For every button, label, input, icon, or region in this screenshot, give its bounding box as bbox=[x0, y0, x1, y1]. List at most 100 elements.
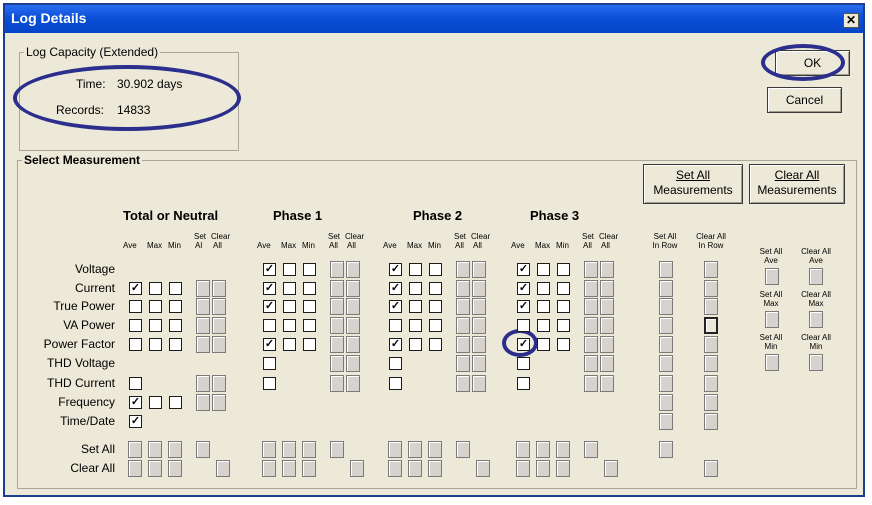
phase-2-power-factor-ave-checkbox[interactable]: ✓ bbox=[389, 338, 402, 351]
phase-1-set-all-col-0-button[interactable] bbox=[262, 441, 276, 458]
total-or-neutral-clear-all-group-button[interactable] bbox=[216, 460, 230, 477]
phase-1-power-factor-ave-checkbox[interactable]: ✓ bbox=[263, 338, 276, 351]
phase-3-thd-voltage-ave-checkbox[interactable] bbox=[517, 357, 530, 370]
phase-2-power-factor-max-checkbox[interactable] bbox=[409, 338, 422, 351]
side-clear-all-min-button[interactable] bbox=[809, 354, 823, 371]
phase-3-current-ave-checkbox[interactable]: ✓ bbox=[517, 282, 530, 295]
phase-2-va-power-min-checkbox[interactable] bbox=[429, 319, 442, 332]
phase-3-set-all-col-0-button[interactable] bbox=[516, 441, 530, 458]
phase-1-thd-voltage-clear-all-button[interactable] bbox=[346, 355, 360, 372]
close-button[interactable]: ✕ bbox=[843, 13, 859, 28]
phase-1-true-power-min-checkbox[interactable] bbox=[303, 300, 316, 313]
phase-1-true-power-ave-checkbox[interactable]: ✓ bbox=[263, 300, 276, 313]
phase-1-thd-current-set-all-button[interactable] bbox=[330, 375, 344, 392]
side-set-all-ave-button[interactable] bbox=[765, 268, 779, 285]
phase-1-true-power-max-checkbox[interactable] bbox=[283, 300, 296, 313]
side-clear-all-max-button[interactable] bbox=[809, 311, 823, 328]
phase-1-true-power-clear-all-button[interactable] bbox=[346, 298, 360, 315]
total-or-neutral-frequency-max-checkbox[interactable] bbox=[149, 396, 162, 409]
clear-all-in-row-thd-current-button[interactable] bbox=[704, 375, 718, 392]
side-clear-all-ave-button[interactable] bbox=[809, 268, 823, 285]
phase-1-va-power-ave-checkbox[interactable] bbox=[263, 319, 276, 332]
phase-2-voltage-ave-checkbox[interactable]: ✓ bbox=[389, 263, 402, 276]
phase-2-thd-voltage-set-all-button[interactable] bbox=[456, 355, 470, 372]
phase-1-va-power-clear-all-button[interactable] bbox=[346, 317, 360, 334]
phase-3-clear-all-col-1-button[interactable] bbox=[536, 460, 550, 477]
phase-2-set-all-group-button[interactable] bbox=[456, 441, 470, 458]
phase-3-current-min-checkbox[interactable] bbox=[557, 282, 570, 295]
total-or-neutral-va-power-ave-checkbox[interactable] bbox=[129, 319, 142, 332]
total-or-neutral-true-power-set-all-button[interactable] bbox=[196, 298, 210, 315]
phase-2-thd-current-ave-checkbox[interactable] bbox=[389, 377, 402, 390]
clear-all-in-row-frequency-button[interactable] bbox=[704, 394, 718, 411]
phase-1-voltage-ave-checkbox[interactable]: ✓ bbox=[263, 263, 276, 276]
phase-3-va-power-set-all-button[interactable] bbox=[584, 317, 598, 334]
clear-all-in-row-voltage-button[interactable] bbox=[704, 261, 718, 278]
phase-2-va-power-max-checkbox[interactable] bbox=[409, 319, 422, 332]
phase-3-thd-voltage-set-all-button[interactable] bbox=[584, 355, 598, 372]
phase-2-set-all-col-0-button[interactable] bbox=[388, 441, 402, 458]
phase-1-thd-voltage-ave-checkbox[interactable] bbox=[263, 357, 276, 370]
total-or-neutral-true-power-clear-all-button[interactable] bbox=[212, 298, 226, 315]
set-all-in-row-frequency-button[interactable] bbox=[659, 394, 673, 411]
total-or-neutral-thd-current-clear-all-button[interactable] bbox=[212, 375, 226, 392]
phase-3-current-max-checkbox[interactable] bbox=[537, 282, 550, 295]
phase-2-va-power-clear-all-button[interactable] bbox=[472, 317, 486, 334]
phase-2-thd-voltage-ave-checkbox[interactable] bbox=[389, 357, 402, 370]
phase-2-current-max-checkbox[interactable] bbox=[409, 282, 422, 295]
phase-3-va-power-min-checkbox[interactable] bbox=[557, 319, 570, 332]
total-or-neutral-va-power-max-checkbox[interactable] bbox=[149, 319, 162, 332]
phase-3-voltage-ave-checkbox[interactable]: ✓ bbox=[517, 263, 530, 276]
phase-2-clear-all-col-1-button[interactable] bbox=[408, 460, 422, 477]
phase-3-thd-current-clear-all-button[interactable] bbox=[600, 375, 614, 392]
phase-3-set-all-group-button[interactable] bbox=[584, 441, 598, 458]
phase-2-voltage-max-checkbox[interactable] bbox=[409, 263, 422, 276]
total-or-neutral-frequency-min-checkbox[interactable] bbox=[169, 396, 182, 409]
phase-2-true-power-min-checkbox[interactable] bbox=[429, 300, 442, 313]
phase-1-voltage-set-all-button[interactable] bbox=[330, 261, 344, 278]
total-or-neutral-set-all-col-1-button[interactable] bbox=[148, 441, 162, 458]
phase-1-clear-all-col-0-button[interactable] bbox=[262, 460, 276, 477]
phase-2-current-set-all-button[interactable] bbox=[456, 280, 470, 297]
phase-2-thd-current-clear-all-button[interactable] bbox=[472, 375, 486, 392]
phase-2-true-power-set-all-button[interactable] bbox=[456, 298, 470, 315]
phase-1-set-all-col-2-button[interactable] bbox=[302, 441, 316, 458]
total-or-neutral-clear-all-col-0-button[interactable] bbox=[128, 460, 142, 477]
clear-all-in-row-power-factor-button[interactable] bbox=[704, 336, 718, 353]
phase-3-va-power-clear-all-button[interactable] bbox=[600, 317, 614, 334]
total-or-neutral-current-set-all-button[interactable] bbox=[196, 280, 210, 297]
phase-1-voltage-min-checkbox[interactable] bbox=[303, 263, 316, 276]
phase-1-power-factor-min-checkbox[interactable] bbox=[303, 338, 316, 351]
phase-1-thd-voltage-set-all-button[interactable] bbox=[330, 355, 344, 372]
phase-3-voltage-min-checkbox[interactable] bbox=[557, 263, 570, 276]
total-or-neutral-va-power-clear-all-button[interactable] bbox=[212, 317, 226, 334]
phase-3-va-power-ave-checkbox[interactable] bbox=[517, 319, 530, 332]
phase-3-current-clear-all-button[interactable] bbox=[600, 280, 614, 297]
clear-all-in-row-thd-voltage-button[interactable] bbox=[704, 355, 718, 372]
phase-3-voltage-clear-all-button[interactable] bbox=[600, 261, 614, 278]
phase-2-true-power-max-checkbox[interactable] bbox=[409, 300, 422, 313]
set-all-measurements-button[interactable]: Set All Measurements bbox=[643, 164, 743, 204]
phase-1-thd-current-clear-all-button[interactable] bbox=[346, 375, 360, 392]
set-all-in-row-thd-voltage-button[interactable] bbox=[659, 355, 673, 372]
phase-1-clear-all-group-button[interactable] bbox=[350, 460, 364, 477]
phase-3-voltage-max-checkbox[interactable] bbox=[537, 263, 550, 276]
phase-2-va-power-set-all-button[interactable] bbox=[456, 317, 470, 334]
phase-3-true-power-min-checkbox[interactable] bbox=[557, 300, 570, 313]
phase-2-voltage-min-checkbox[interactable] bbox=[429, 263, 442, 276]
phase-1-va-power-max-checkbox[interactable] bbox=[283, 319, 296, 332]
clear-all-in-row-current-button[interactable] bbox=[704, 280, 718, 297]
phase-2-voltage-clear-all-button[interactable] bbox=[472, 261, 486, 278]
phase-3-thd-current-set-all-button[interactable] bbox=[584, 375, 598, 392]
set-all-in-row-power-factor-button[interactable] bbox=[659, 336, 673, 353]
set-all-in-row-voltage-button[interactable] bbox=[659, 261, 673, 278]
phase-2-clear-all-col-2-button[interactable] bbox=[428, 460, 442, 477]
phase-1-current-ave-checkbox[interactable]: ✓ bbox=[263, 282, 276, 295]
phase-3-thd-current-ave-checkbox[interactable] bbox=[517, 377, 530, 390]
phase-2-power-factor-min-checkbox[interactable] bbox=[429, 338, 442, 351]
phase-2-thd-current-set-all-button[interactable] bbox=[456, 375, 470, 392]
total-or-neutral-power-factor-min-checkbox[interactable] bbox=[169, 338, 182, 351]
total-or-neutral-current-ave-checkbox[interactable]: ✓ bbox=[129, 282, 142, 295]
phase-2-true-power-clear-all-button[interactable] bbox=[472, 298, 486, 315]
phase-3-power-factor-set-all-button[interactable] bbox=[584, 336, 598, 353]
